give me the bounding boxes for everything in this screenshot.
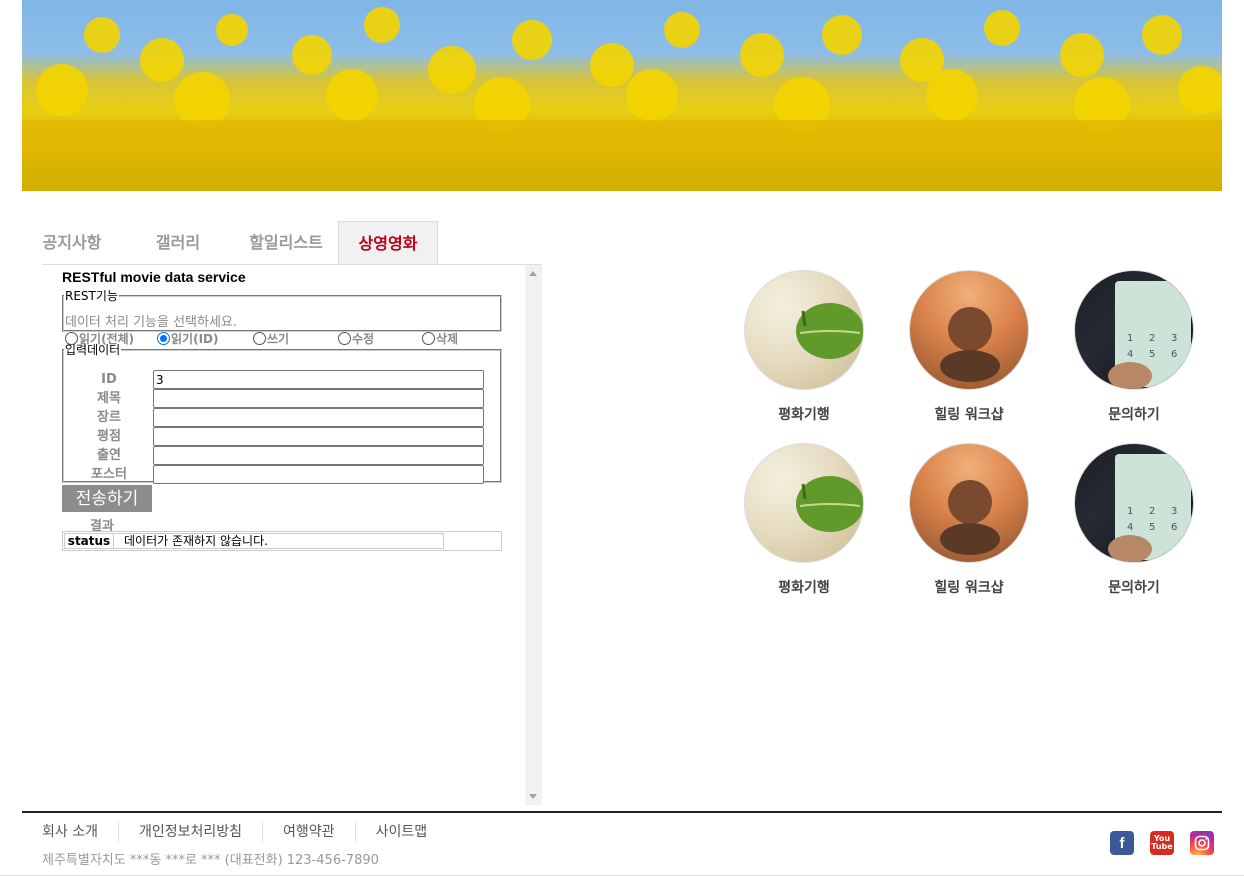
svg-text:2: 2 (1149, 506, 1155, 517)
rest-function-fieldset: REST기능 데이터 처리 기능을 선택하세요. 읽기(전체) 읽기(ID) 쓰… (62, 287, 502, 346)
field-label-genre: 장르 (97, 410, 121, 425)
field-row-poster: 포스터 (64, 465, 504, 484)
tab-bar: 공지사항 갤러리 할일리스트 상영영화 (22, 221, 438, 265)
tab-todo-list[interactable]: 할일리스트 (234, 221, 338, 264)
id-input[interactable] (153, 370, 484, 389)
footer-link-privacy[interactable]: 개인정보처리방침 (117, 822, 262, 842)
footer-divider (22, 811, 1222, 813)
poster-input[interactable] (153, 465, 484, 484)
youtube-icon[interactable]: You Tube (1150, 831, 1174, 855)
input-data-fieldset: 입력데이터 ID 제목 장르 평점 출연 포스터 (62, 341, 504, 484)
svg-text:4: 4 (1127, 522, 1133, 533)
field-row-id: ID (64, 370, 504, 389)
scroll-down-arrow-icon[interactable] (529, 794, 537, 799)
tab-movies[interactable]: 상영영화 (338, 221, 438, 264)
leaf-image[interactable] (744, 270, 864, 390)
input-data-legend: 입력데이터 (65, 343, 121, 357)
stones-image[interactable] (909, 270, 1029, 390)
field-row-rating: 평점 (64, 427, 504, 446)
svg-text:4: 4 (1127, 349, 1133, 360)
field-label-poster: 포스터 (91, 467, 127, 482)
phone-image[interactable]: 1 2 3 4 5 6 (1074, 270, 1194, 390)
rating-input[interactable] (153, 427, 484, 446)
field-row-cast: 출연 (64, 446, 504, 465)
gallery-item-healing-workshop[interactable]: 힐링 워크샵 (889, 443, 1049, 608)
field-label-rating: 평점 (97, 429, 121, 444)
field-row-title: 제목 (64, 389, 504, 408)
svg-text:3: 3 (1171, 333, 1177, 344)
title-input[interactable] (153, 389, 484, 408)
gallery-item-contact[interactable]: 1 2 3 4 5 6 문의하기 (1054, 270, 1214, 435)
result-key-cell: status (64, 533, 114, 549)
svg-text:5: 5 (1149, 349, 1155, 360)
service-title: RESTful movie data service (62, 269, 246, 285)
genre-input[interactable] (153, 408, 484, 427)
gallery-item-contact[interactable]: 1 2 3 4 5 6 문의하기 (1054, 443, 1214, 608)
pane-scrollbar[interactable] (525, 265, 542, 805)
submit-button[interactable]: 전송하기 (62, 485, 152, 512)
footer-address: 제주특별자치도 ***동 ***로 *** (대표전화) 123-456-789… (42, 853, 379, 868)
result-table: status 데이터가 존재하지 않습니다. (62, 531, 502, 551)
svg-text:1: 1 (1127, 333, 1133, 344)
result-value-cell: 데이터가 존재하지 않습니다. (113, 533, 444, 549)
tab-notice[interactable]: 공지사항 (22, 221, 122, 264)
gallery-item-peace-trip[interactable]: 평화기행 (724, 270, 884, 435)
social-links: f You Tube (1110, 831, 1214, 855)
stones-image[interactable] (909, 443, 1029, 563)
phone-image[interactable]: 1 2 3 4 5 6 (1074, 443, 1194, 563)
field-row-genre: 장르 (64, 408, 504, 427)
rest-function-legend: REST기능 (65, 289, 118, 303)
svg-text:5: 5 (1149, 522, 1155, 533)
footer-link-company[interactable]: 회사 소개 (22, 822, 118, 842)
facebook-icon[interactable]: f (1110, 831, 1134, 855)
gallery-label: 문의하기 (1108, 580, 1160, 596)
svg-text:1: 1 (1127, 506, 1133, 517)
instagram-icon[interactable] (1190, 831, 1214, 855)
gallery-item-peace-trip[interactable]: 평화기행 (724, 443, 884, 608)
cast-input[interactable] (153, 446, 484, 465)
scroll-up-arrow-icon[interactable] (529, 271, 537, 276)
tab-gallery[interactable]: 갤러리 (122, 221, 234, 264)
gallery-label: 평화기행 (778, 580, 830, 596)
gallery-label: 평화기행 (778, 407, 830, 423)
field-label-title: 제목 (97, 391, 121, 406)
gallery-label: 힐링 워크샵 (934, 407, 1004, 423)
svg-text:3: 3 (1171, 506, 1177, 517)
gallery-item-healing-workshop[interactable]: 힐링 워크샵 (889, 270, 1049, 435)
gallery-label: 문의하기 (1108, 407, 1160, 423)
field-label-id: ID (101, 372, 117, 387)
svg-text:2: 2 (1149, 333, 1155, 344)
leaf-image[interactable] (744, 443, 864, 563)
footer-link-sitemap[interactable]: 사이트맵 (354, 822, 448, 842)
rest-hint: 데이터 처리 기능을 선택하세요. (65, 315, 238, 330)
circle-gallery: 평화기행 힐링 워크샵 1 2 3 4 5 6 문의하기 평화기행 힐링 워크샵 1 2… (720, 270, 1220, 610)
footer-links: 회사 소개 개인정보처리방침 여행약관 사이트맵 (22, 822, 447, 842)
field-label-cast: 출연 (97, 448, 121, 463)
movie-service-pane: RESTful movie data service REST기능 데이터 처리… (42, 264, 542, 805)
footer-link-terms[interactable]: 여행약관 (262, 822, 355, 842)
svg-text:6: 6 (1171, 522, 1177, 533)
gallery-label: 힐링 워크샵 (934, 580, 1004, 596)
header-banner-image (22, 0, 1222, 191)
svg-text:6: 6 (1171, 349, 1177, 360)
